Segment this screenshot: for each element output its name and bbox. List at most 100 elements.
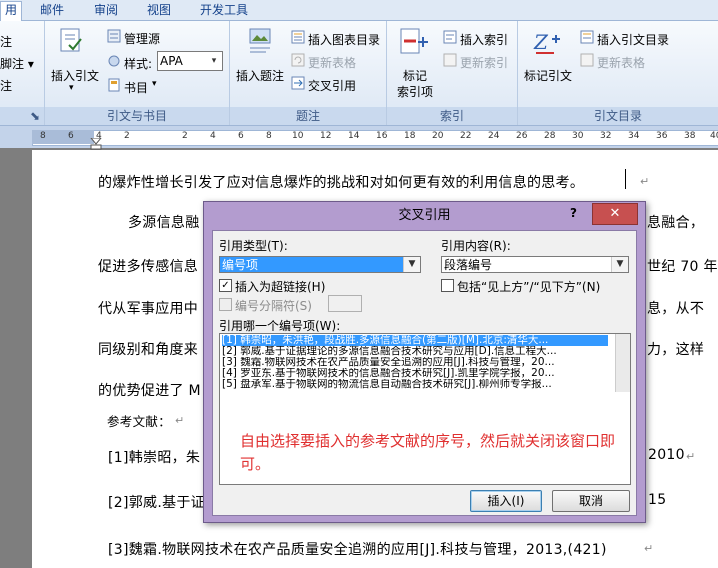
- style-label: 样式:: [124, 57, 153, 71]
- ruler-number: 40: [710, 131, 718, 141]
- update-toa-icon: [580, 53, 594, 67]
- ruler-number: 2: [182, 131, 188, 141]
- ruler-bar[interactable]: [32, 130, 718, 146]
- list-item[interactable]: [1] 韩崇昭，朱洪艳，段战胜.多源信息融合(第二版)[M].北京:清华大...: [222, 335, 608, 346]
- insert-index-button[interactable]: 插入索引: [460, 31, 508, 48]
- chevron-down-icon[interactable]: ▼: [403, 257, 420, 272]
- tab-references[interactable]: 用: [0, 1, 23, 21]
- doc-line-1: 的爆炸性增长引发了应对信息爆炸的挑战和对如何更有效的利用信息的思考。: [98, 175, 585, 191]
- doc-line-5: 同级别和角度来: [98, 342, 199, 358]
- close-button[interactable]: ✕: [592, 203, 638, 225]
- tab-view[interactable]: 视图: [147, 2, 171, 19]
- ref-content-label: 引用内容(R):: [441, 239, 511, 253]
- doc-line-4: 代从军事应用中: [98, 301, 199, 317]
- list-item[interactable]: [3] 魏霜.物联网技术在农产品质量安全追溯的应用[J].科技与管理，20...: [222, 357, 608, 368]
- tab-review[interactable]: 审阅: [94, 2, 118, 19]
- numbered-items-list[interactable]: [1] 韩崇昭，朱洪艳，段战胜.多源信息融合(第二版)[M].北京:清华大...…: [219, 333, 631, 485]
- include-above-below-label[interactable]: 包括“见上方”/“见下方”(N): [457, 278, 600, 295]
- ruler-number: 2: [124, 131, 130, 141]
- ruler-number: 4: [210, 131, 216, 141]
- separator-label: 编号分隔符(S): [235, 299, 312, 313]
- ruler-number: 22: [460, 131, 472, 141]
- insert-hyperlink-label[interactable]: 插入为超链接(H): [235, 278, 325, 295]
- ribbon: 注 脚注 ▾ 注 ⬊ 插入引文 ▾ 管理源 样式: APA ▾ 书目 ▾ 引文与…: [0, 21, 718, 126]
- ruler-number: 8: [266, 131, 272, 141]
- insert-index-icon: [443, 30, 457, 44]
- update-table-button[interactable]: 更新表格: [308, 54, 356, 71]
- bibliography-icon: [108, 78, 120, 92]
- footnotes-launcher-icon[interactable]: ⬊: [0, 107, 44, 125]
- ref-content-select[interactable]: 段落编号 ▼: [441, 256, 629, 273]
- reference-line-1: [1]韩崇昭，朱: [108, 450, 201, 466]
- mark-citation-button[interactable]: 标记引文: [524, 67, 572, 84]
- manage-sources-button[interactable]: 管理源: [124, 30, 160, 47]
- paragraph-mark-icon: ↵: [640, 175, 650, 188]
- captions-group: 插入题注 插入图表目录 更新表格 交叉引用 题注: [230, 21, 387, 125]
- insert-citation-button[interactable]: 插入引文: [51, 67, 99, 84]
- ref-content-value: 段落编号: [444, 258, 493, 272]
- which-item-label: 引用哪一个编号项(W):: [219, 319, 341, 333]
- ruler-number: 38: [684, 131, 696, 141]
- mark-entry-button-line2[interactable]: 索引项: [397, 83, 433, 100]
- insert-citation-icon: [60, 28, 82, 52]
- doc-fragment-right-3: 息，从不: [647, 301, 705, 317]
- mark-entry-icon: [400, 28, 428, 54]
- ruler-number: 36: [656, 131, 668, 141]
- table-of-authorities-group: Z 标记引文 插入引文目录 更新表格 引文目录: [518, 21, 718, 125]
- ruler-number: 12: [320, 131, 332, 141]
- indent-marker-icon[interactable]: [90, 138, 104, 150]
- ref-type-value: 编号项: [222, 258, 259, 272]
- insert-button[interactable]: 插入(I): [470, 490, 542, 512]
- references-heading: 参考文献：: [107, 414, 172, 429]
- list-scrollbar[interactable]: [615, 334, 630, 392]
- list-item[interactable]: [5] 盘承军.基于物联网的物流信息自动融合技术研究[J].柳州师专学报...: [222, 379, 608, 390]
- mark-entry-button-line1[interactable]: 标记: [403, 67, 427, 84]
- bibliography-button[interactable]: 书目: [124, 79, 148, 96]
- separator-checkbox[interactable]: [219, 298, 232, 311]
- style-select[interactable]: APA ▾: [157, 51, 223, 71]
- chevron-down-icon[interactable]: ▾: [152, 79, 157, 89]
- footnote-cmd-3[interactable]: 注: [0, 77, 12, 94]
- ref-type-select[interactable]: 编号项 ▼: [219, 256, 421, 273]
- index-group: 标记 索引项 插入索引 更新索引 索引: [387, 21, 518, 125]
- paragraph-mark-icon: ↵: [175, 414, 185, 427]
- reference-line-2: [2]郭威.基于证: [108, 495, 205, 511]
- update-index-button[interactable]: 更新索引: [460, 54, 508, 71]
- chevron-down-icon[interactable]: ▾: [206, 52, 222, 70]
- table-of-figures-icon: [291, 30, 305, 44]
- update-index-icon: [443, 53, 457, 67]
- footnote-cmd-2[interactable]: 脚注 ▾: [0, 55, 34, 72]
- footnotes-group-partial: 注 脚注 ▾ 注 ⬊: [0, 21, 45, 125]
- update-toa-button[interactable]: 更新表格: [597, 54, 645, 71]
- include-above-below-checkbox[interactable]: [441, 279, 454, 292]
- help-icon[interactable]: ?: [570, 206, 577, 220]
- ref-type-label: 引用类型(T):: [219, 239, 288, 253]
- footnote-cmd-1[interactable]: 注: [0, 33, 12, 50]
- tab-developer[interactable]: 开发工具: [200, 2, 248, 19]
- list-item[interactable]: [2] 郭威.基于证据理论的多源信息融合技术研究与应用[D].信息工程大...: [222, 346, 608, 357]
- insert-table-of-figures-button[interactable]: 插入图表目录: [308, 31, 380, 48]
- cross-reference-dialog: 交叉引用 ? ✕ 引用类型(T): 编号项 ▼ 引用内容(R): 段落编号 ▼ …: [203, 201, 646, 523]
- citations-group-label: 引文与书目: [45, 107, 229, 125]
- cancel-button[interactable]: 取消: [552, 490, 630, 512]
- insert-hyperlink-checkbox[interactable]: ✓: [219, 279, 232, 292]
- separator-input[interactable]: [328, 295, 362, 312]
- list-item[interactable]: [4] 罗亚东.基于物联网技术的信息融合技术研究[J].凯里学院学报，20...: [222, 368, 608, 379]
- ruler-number: 14: [348, 131, 360, 141]
- update-table-icon: [291, 53, 305, 67]
- insert-caption-button[interactable]: 插入题注: [236, 67, 284, 84]
- cross-reference-button[interactable]: 交叉引用: [308, 77, 356, 94]
- chevron-down-icon[interactable]: ▾: [69, 83, 74, 93]
- index-group-label: 索引: [387, 107, 517, 125]
- manage-sources-icon: [107, 29, 121, 43]
- paragraph-mark-icon: ↵: [644, 542, 654, 555]
- ruler-number: 6: [238, 131, 244, 141]
- chevron-down-icon[interactable]: ▼: [611, 257, 628, 272]
- ruler-number: 18: [404, 131, 416, 141]
- doc-fragment-right-4: 力，这样: [647, 342, 705, 358]
- style-icon: [108, 55, 120, 67]
- tab-mailings[interactable]: 邮件: [40, 2, 64, 19]
- doc-fragment-right-1: 息融合，: [647, 215, 705, 231]
- cross-reference-icon: [291, 76, 305, 90]
- insert-toa-button[interactable]: 插入引文目录: [597, 31, 669, 48]
